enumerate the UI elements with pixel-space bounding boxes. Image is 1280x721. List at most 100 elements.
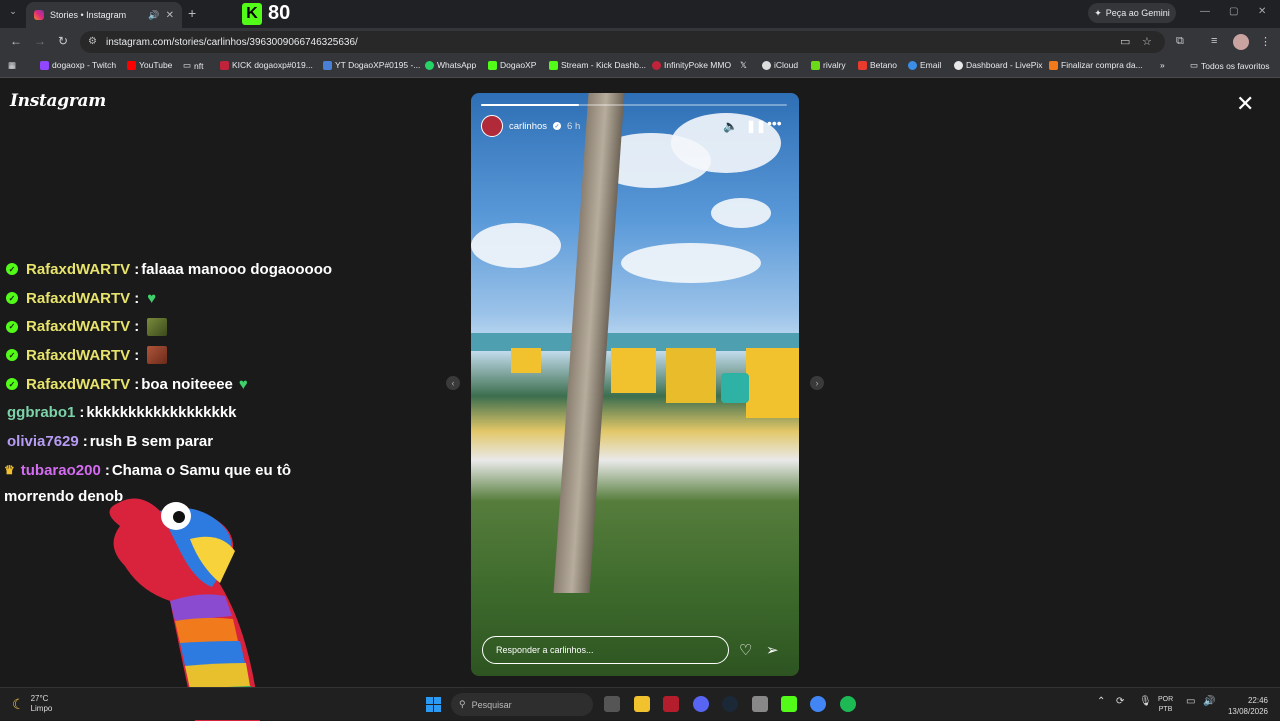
clock-date: 13/08/2026 [1227, 707, 1268, 716]
more-bookmarks-icon[interactable]: » [1160, 60, 1165, 70]
back-icon[interactable]: ← [10, 34, 22, 48]
chat-separator: : [134, 318, 140, 336]
reply-input[interactable]: Responder a carlinhos... [482, 636, 729, 664]
mute-icon[interactable]: 🔈 [723, 119, 738, 133]
close-window-icon[interactable]: ✕ [1258, 6, 1266, 17]
instagram-logo[interactable]: Instagram [10, 91, 106, 111]
chat-separator: : [104, 461, 110, 479]
bookmark-star-icon[interactable]: ☆ [1142, 35, 1152, 48]
chat-username: olivia7629 [7, 432, 79, 450]
bookmark-all-favorites[interactable]: ▭ Todos os favoritos [1190, 60, 1270, 71]
pause-icon[interactable]: ❚❚ [746, 119, 766, 133]
chrome-icon[interactable] [810, 696, 826, 712]
weather-widget[interactable]: ☾ 27°C Limpo [12, 694, 52, 714]
previous-story-icon[interactable]: ‹ [446, 376, 460, 390]
frog-emote-icon [147, 317, 168, 336]
new-tab-button[interactable]: + [188, 5, 196, 21]
bookmark-icloud[interactable]: iCloud [762, 60, 798, 70]
bookmark-label: KICK dogaoxp#019... [232, 60, 313, 70]
file-explorer-icon[interactable] [634, 696, 650, 712]
forward-icon[interactable]: → [34, 34, 46, 48]
steam-icon[interactable] [722, 696, 738, 712]
email-icon [908, 60, 917, 70]
bookmark-email[interactable]: Email [908, 60, 941, 70]
chat-text: boa noiteeee [141, 375, 233, 393]
search-placeholder: Pesquisar [471, 699, 512, 710]
cast-icon[interactable]: ▭ [1120, 35, 1130, 48]
story-username[interactable]: carlinhos [509, 121, 547, 132]
bookmark-x[interactable]: 𝕏 [740, 60, 747, 71]
cloud-shape [621, 243, 761, 283]
chat-separator: : [134, 375, 140, 393]
bookmark-betano[interactable]: Betano [858, 60, 897, 70]
kick-app-icon[interactable] [781, 696, 797, 712]
gemini-label: Peça ao Gemini [1105, 8, 1170, 18]
apps-grid-icon[interactable]: ▦ [8, 60, 16, 71]
extensions-icon[interactable]: ⧉ [1176, 35, 1184, 48]
minimize-icon[interactable]: — [1200, 6, 1210, 17]
reload-icon[interactable]: ↻ [58, 34, 68, 48]
sync-icon[interactable]: ⟳ [1116, 696, 1124, 707]
site-info-icon[interactable]: ⚙ [88, 36, 97, 47]
bookmark-finalizar[interactable]: Finalizar compra da... [1049, 60, 1143, 70]
maximize-icon[interactable]: ▢ [1229, 6, 1238, 17]
valorant-icon[interactable] [663, 696, 679, 712]
bookmark-kick-dogaoxp[interactable]: KICK dogaoxp#019... [220, 60, 313, 70]
kick-icon [549, 60, 558, 70]
story-viewer[interactable]: carlinhos ✓ 6 h 🔈 ❚❚ ••• Responder a car… [471, 93, 799, 676]
bookmark-kick-dashboard[interactable]: Stream - Kick Dashb... [549, 60, 646, 70]
bookmark-whatsapp[interactable]: WhatsApp [425, 60, 476, 70]
microphone-icon[interactable]: 🎙 [1139, 696, 1152, 707]
story-user-avatar[interactable] [481, 115, 503, 137]
verified-badge-icon: ✓ [6, 349, 18, 362]
gemini-button[interactable]: ✦ Peça ao Gemini [1088, 3, 1176, 23]
bookmark-livepix[interactable]: Dashboard - LivePix [954, 60, 1043, 70]
profile-avatar[interactable] [1233, 34, 1249, 50]
chat-username: RafaxdWARTV [26, 260, 131, 278]
bookmark-infinitypoke[interactable]: InfinityPoke MMO [652, 60, 731, 70]
bookmark-dogaoxp[interactable]: DogaoXP [488, 60, 536, 70]
folder-icon: ▭ [183, 60, 192, 70]
kick-logo-icon: K [242, 2, 262, 25]
bookmark-twitch[interactable]: dogaoxp - Twitch [40, 60, 116, 70]
tab-close-icon[interactable]: ✕ [166, 10, 174, 21]
tray-overflow-icon[interactable]: ⌃ [1097, 696, 1105, 707]
tab-audio-icon[interactable]: 🔊 [148, 10, 159, 21]
system-clock[interactable]: 22:46 13/08/2026 [1222, 695, 1268, 717]
chat-username: RafaxdWARTV [26, 318, 131, 336]
more-options-icon[interactable]: ••• [767, 115, 782, 131]
task-view-icon[interactable] [604, 696, 620, 712]
cloud-shape [471, 223, 561, 268]
app-icon[interactable] [752, 696, 768, 712]
bookmark-nft[interactable]: ▭ nft [183, 60, 203, 71]
tab-instagram-stories[interactable]: Stories • Instagram 🔊 ✕ [26, 2, 182, 28]
bookmark-youtube[interactable]: YouTube [127, 60, 172, 70]
app-green-icon[interactable] [840, 696, 856, 712]
chat-message: ✓ RafaxdWARTV: ♥ [4, 284, 344, 313]
taskbar-search[interactable]: ⚲ Pesquisar [451, 693, 593, 716]
share-send-icon[interactable]: ➢ [766, 641, 779, 659]
input-language[interactable]: POR PTB [1158, 695, 1173, 715]
next-story-icon[interactable]: › [810, 376, 824, 390]
close-icon[interactable]: ✕ [1236, 93, 1254, 115]
gemini-sparkle-icon: ✦ [1094, 7, 1102, 18]
address-bar[interactable]: ⚙ instagram.com/stories/carlinhos/396300… [80, 31, 1165, 53]
discord-icon[interactable] [693, 696, 709, 712]
media-control-icon[interactable]: ≡ [1211, 35, 1217, 47]
story-time: 6 h [567, 120, 581, 132]
bookmark-yt-dogaoxp[interactable]: YT DogaoXP#0195 -... [323, 60, 420, 70]
network-icon[interactable]: ▭ [1186, 696, 1195, 707]
windows-start-icon[interactable] [426, 697, 441, 712]
chat-message: ✓ RafaxdWARTV: [4, 341, 344, 370]
like-heart-icon[interactable]: ♡ [739, 641, 752, 659]
tab-search-icon[interactable]: ⌄ [6, 6, 20, 20]
chat-text: rush B sem parar [89, 432, 214, 450]
volume-icon[interactable]: 🔊 [1203, 696, 1215, 707]
face-emote-icon [147, 346, 168, 365]
store-icon [1049, 60, 1058, 70]
bookmark-label: Finalizar compra da... [1061, 60, 1143, 70]
bookmark-label: dogaoxp - Twitch [52, 60, 117, 70]
chat-username: RafaxdWARTV [26, 346, 131, 364]
bookmark-rivalry[interactable]: rivalry [811, 60, 846, 70]
menu-kebab-icon[interactable]: ⋮ [1260, 35, 1271, 48]
